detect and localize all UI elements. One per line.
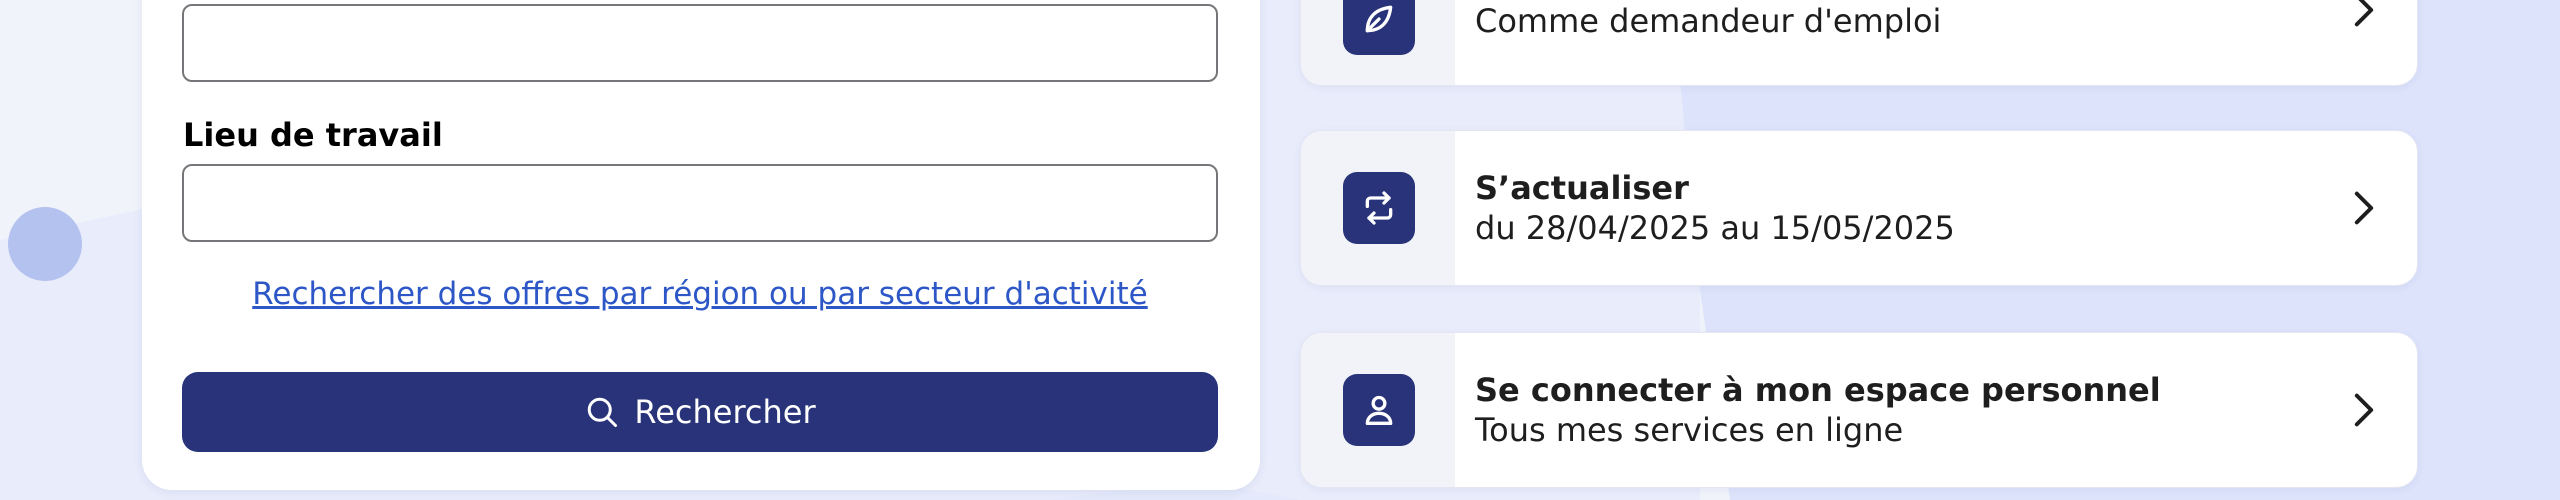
chevron-right-icon <box>2354 0 2374 27</box>
tile-job-seeker[interactable]: Comme demandeur d'emploi <box>1300 0 2418 86</box>
tile-subtitle: Tous mes services en ligne <box>1475 411 1904 449</box>
chevron-right-icon <box>2354 191 2374 225</box>
leaf-icon <box>1365 5 1393 33</box>
tile-subtitle: du 28/04/2025 au 15/05/2025 <box>1475 209 1955 247</box>
search-button[interactable]: Rechercher <box>182 372 1218 452</box>
refresh-icon <box>1365 191 1393 225</box>
tile-title: S’actualiser <box>1475 169 1689 207</box>
region-sector-search-link[interactable]: Rechercher des offres par région ou par … <box>182 276 1218 312</box>
tile-subtitle: Comme demandeur d'emploi <box>1475 2 1942 40</box>
decor-dot <box>8 207 82 281</box>
tile-icon-badge <box>1343 374 1415 446</box>
tile-personal-space[interactable]: Se connecter à mon espace personnel Tous… <box>1300 332 2418 488</box>
tile-title: Se connecter à mon espace personnel <box>1475 371 2161 409</box>
location-label: Lieu de travail <box>183 116 443 154</box>
tile-update-status[interactable]: S’actualiser du 28/04/2025 au 15/05/2025 <box>1300 130 2418 286</box>
search-icon <box>588 397 618 427</box>
tile-icon-badge <box>1343 172 1415 244</box>
keyword-input[interactable] <box>182 4 1218 82</box>
user-icon <box>1365 395 1393 425</box>
location-input[interactable] <box>182 164 1218 242</box>
chevron-right-icon <box>2354 393 2374 427</box>
tile-icon-badge <box>1343 0 1415 55</box>
search-button-label: Rechercher <box>634 393 816 431</box>
